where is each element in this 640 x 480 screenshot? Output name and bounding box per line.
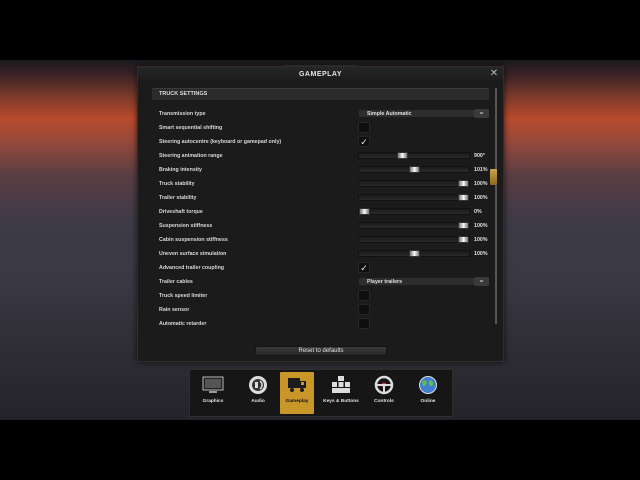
- setting-label: Smart sequential shifting: [159, 125, 223, 131]
- setting-row-smart-sequential-shifting: Smart sequential shifting: [152, 121, 492, 135]
- nav-gameplay[interactable]: Gameplay: [280, 372, 314, 414]
- setting-row-suspension-stiffness: Suspension stiffness 100%: [152, 219, 492, 233]
- checkmark-icon: ✓: [360, 263, 368, 273]
- nav-label: Online: [420, 399, 436, 404]
- setting-label: Suspension stiffness: [159, 223, 213, 229]
- slider-knob[interactable]: [409, 250, 420, 257]
- setting-row-transmission-type: Transmission type Simple Automatic ⌄: [152, 107, 492, 121]
- slider-value: 101%: [474, 167, 488, 173]
- braking-intensity-slider[interactable]: [358, 166, 470, 173]
- setting-row-rain-sensor: Rain sensor: [152, 303, 492, 317]
- slider-value: 100%: [474, 251, 488, 257]
- slider-knob[interactable]: [458, 194, 469, 201]
- slider-value: 100%: [474, 195, 488, 201]
- steering-wheel-icon: [373, 375, 395, 395]
- nav-label: Graphics: [202, 399, 224, 404]
- slider-value: 100%: [474, 181, 488, 187]
- slider-knob[interactable]: [458, 180, 469, 187]
- slider-knob[interactable]: [409, 166, 420, 173]
- speaker-icon: [247, 375, 269, 395]
- setting-label: Driveshaft torque: [159, 209, 203, 215]
- reset-to-defaults-button[interactable]: Reset to defaults: [255, 346, 387, 356]
- options-category-bar: Graphics Audio Gameplay Keys & Buttons Contr…: [189, 369, 453, 417]
- setting-label: Uneven surface simulation: [159, 251, 227, 257]
- setting-row-braking-intensity: Braking intensity 101%: [152, 163, 492, 177]
- setting-label: Steering animation range: [159, 153, 223, 159]
- setting-label: Truck speed limiter: [159, 293, 208, 299]
- setting-label: Cabin suspension stiffness: [159, 237, 228, 243]
- nav-audio[interactable]: Audio: [241, 372, 275, 414]
- transmission-type-dropdown[interactable]: Simple Automatic ⌄: [358, 109, 490, 118]
- scrollbar-thumb[interactable]: [490, 169, 497, 185]
- chevron-down-icon: ⌄: [474, 277, 489, 286]
- setting-row-automatic-retarder: Automatic retarder: [152, 317, 492, 331]
- truck-speed-limiter-checkbox[interactable]: [358, 290, 370, 301]
- rain-sensor-checkbox[interactable]: [358, 304, 370, 315]
- slider-value: 900°: [474, 153, 485, 159]
- setting-row-advanced-trailer-coupling: Advanced trailer coupling ✓: [152, 261, 492, 275]
- steering-autocentre-keyboard-or-gamepad-only-checkbox[interactable]: ✓: [358, 136, 370, 147]
- uneven-surface-simulation-slider[interactable]: [358, 250, 470, 257]
- nav-label: Gameplay: [285, 399, 309, 404]
- checkmark-icon: ✓: [360, 137, 368, 147]
- nav-graphics[interactable]: Graphics: [196, 372, 230, 414]
- setting-row-uneven-surface-simulation: Uneven surface simulation 100%: [152, 247, 492, 261]
- setting-label: Truck stability: [159, 181, 195, 187]
- setting-label: Trailer cables: [159, 279, 193, 285]
- setting-label: Steering autocentre (keyboard or gamepad…: [159, 139, 282, 145]
- dialog-title: GAMEPLAY: [138, 67, 503, 82]
- slider-value: 0%: [474, 209, 482, 215]
- setting-row-driveshaft-torque: Driveshaft torque 0%: [152, 205, 492, 219]
- nav-controls[interactable]: Controls: [367, 372, 401, 414]
- slider-knob[interactable]: [397, 152, 408, 159]
- suspension-stiffness-slider[interactable]: [358, 222, 470, 229]
- smart-sequential-shifting-checkbox[interactable]: [358, 122, 370, 133]
- nav-label: Audio: [251, 399, 265, 404]
- settings-list: Transmission type Simple Automatic ⌄ Smart …: [152, 107, 492, 331]
- close-button[interactable]: ✕: [489, 69, 499, 79]
- setting-label: Braking intensity: [159, 167, 202, 173]
- monitor-icon: [202, 375, 224, 395]
- setting-label: Transmission type: [159, 111, 206, 117]
- slider-knob[interactable]: [359, 208, 370, 215]
- slider-knob[interactable]: [458, 236, 469, 243]
- setting-row-trailer-cables: Trailer cables Player trailers ⌄: [152, 275, 492, 289]
- setting-label: Advanced trailer coupling: [159, 265, 225, 271]
- setting-row-steering-animation-range: Steering animation range 900°: [152, 149, 492, 163]
- setting-label: Rain sensor: [159, 307, 190, 313]
- setting-row-truck-speed-limiter: Truck speed limiter: [152, 289, 492, 303]
- setting-label: Automatic retarder: [159, 321, 207, 327]
- steering-animation-range-slider[interactable]: [358, 152, 470, 159]
- setting-row-truck-stability: Truck stability 100%: [152, 177, 492, 191]
- nav-online[interactable]: Online: [411, 372, 445, 414]
- gameplay-settings-dialog: GAMEPLAY ✕ TRUCK SETTINGS Transmission t…: [137, 65, 504, 362]
- truck-stability-slider[interactable]: [358, 180, 470, 187]
- setting-row-cabin-suspension-stiffness: Cabin suspension stiffness 100%: [152, 233, 492, 247]
- nav-keys-buttons[interactable]: Keys & Buttons: [323, 372, 359, 414]
- trailer-stability-slider[interactable]: [358, 194, 470, 201]
- nav-label: Keys & Buttons: [323, 399, 359, 404]
- globe-icon: [417, 375, 439, 395]
- setting-row-trailer-stability: Trailer stability 100%: [152, 191, 492, 205]
- chevron-down-icon: ⌄: [474, 109, 489, 118]
- setting-label: Trailer stability: [159, 195, 197, 201]
- slider-knob[interactable]: [458, 222, 469, 229]
- slider-value: 100%: [474, 223, 488, 229]
- trailer-cables-dropdown[interactable]: Player trailers ⌄: [358, 277, 490, 286]
- dropdown-value: Simple Automatic: [367, 111, 412, 117]
- slider-value: 100%: [474, 237, 488, 243]
- advanced-trailer-coupling-checkbox[interactable]: ✓: [358, 262, 370, 273]
- dropdown-value: Player trailers: [367, 279, 403, 285]
- cabin-suspension-stiffness-slider[interactable]: [358, 236, 470, 243]
- setting-row-steering-autocentre-keyboard-or-gamepad-only: Steering autocentre (keyboard or gamepad…: [152, 135, 492, 149]
- driveshaft-torque-slider[interactable]: [358, 208, 470, 215]
- truck-icon: [286, 375, 308, 395]
- scrollbar-track[interactable]: [495, 88, 497, 324]
- nav-label: Controls: [374, 399, 394, 404]
- automatic-retarder-checkbox[interactable]: [358, 318, 370, 329]
- section-header: TRUCK SETTINGS: [152, 88, 489, 100]
- keyboard-icon: [330, 375, 352, 395]
